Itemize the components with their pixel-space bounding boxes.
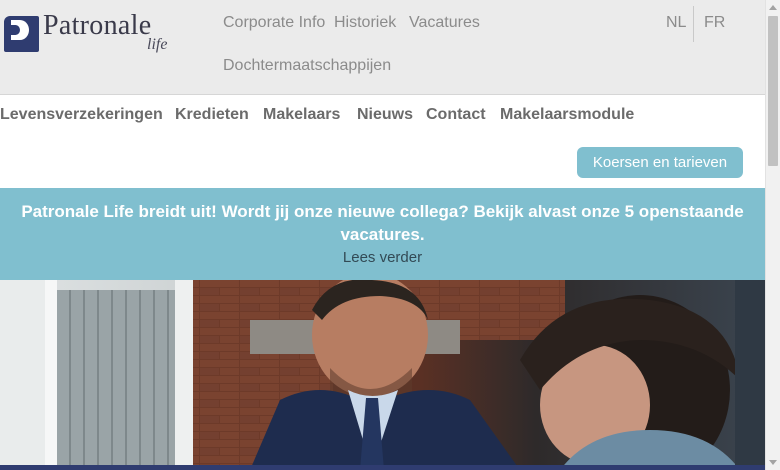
patronale-logo-icon (4, 16, 39, 52)
top-bar: Patronale life Corporate Info Historiek … (0, 0, 765, 95)
nav-contact[interactable]: Contact (426, 106, 486, 124)
page-scrollbar[interactable] (765, 0, 780, 470)
toplink-vacatures[interactable]: Vacatures (409, 14, 480, 32)
nav-kredieten[interactable]: Kredieten (175, 106, 249, 124)
logo-sub: life (147, 36, 168, 53)
toplink-historiek[interactable]: Historiek (334, 14, 396, 32)
toplink-corporate-info[interactable]: Corporate Info (223, 14, 325, 32)
announcement-banner: Patronale Life breidt uit! Wordt jij onz… (0, 188, 765, 280)
nav-nieuws[interactable]: Nieuws (357, 106, 413, 124)
hero-image (0, 280, 765, 470)
koersen-en-tarieven-button[interactable]: Koersen en tarieven (577, 147, 743, 178)
language-nl[interactable]: NL (666, 14, 686, 32)
logo-name: Patronale (43, 10, 152, 41)
nav-makelaarsmodule[interactable]: Makelaarsmodule (500, 106, 634, 124)
language-divider (693, 6, 694, 42)
banner-headline: Patronale Life breidt uit! Wordt jij onz… (21, 202, 744, 244)
lees-verder-link[interactable]: Lees verder (0, 249, 765, 266)
page: Patronale life Corporate Info Historiek … (0, 0, 765, 470)
nav-levensverzekeringen[interactable]: Levensverzekeringen (0, 106, 163, 124)
nav-makelaars[interactable]: Makelaars (263, 106, 340, 124)
toplink-dochtermaatschappijen[interactable]: Dochtermaatschappijen (223, 57, 391, 75)
scroll-up-arrow-icon[interactable] (769, 5, 777, 10)
scroll-down-arrow-icon[interactable] (769, 460, 777, 465)
logo[interactable]: Patronale life (4, 10, 179, 60)
hero-bottom-strip (0, 465, 765, 470)
language-fr[interactable]: FR (704, 14, 725, 32)
hero-photo-illustration (0, 280, 765, 470)
scroll-thumb[interactable] (768, 16, 778, 166)
